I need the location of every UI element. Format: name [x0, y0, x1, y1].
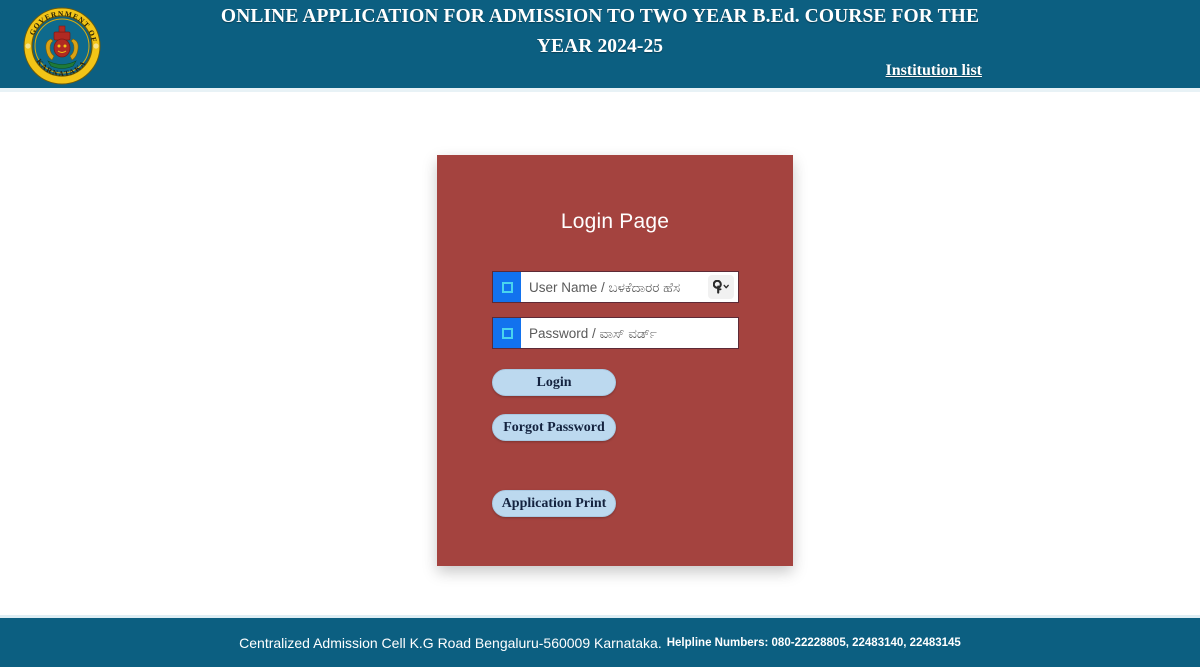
institution-list-link[interactable]: Institution list: [886, 62, 982, 80]
username-input[interactable]: [521, 272, 708, 302]
login-page-heading: Login Page: [560, 210, 670, 233]
page-footer: Centralized Admission Cell K.G Road Beng…: [0, 615, 1200, 667]
page-title-line2: YEAR 2024-25: [536, 36, 664, 57]
page-title: ONLINE APPLICATION FOR ADMISSION TO TWO …: [130, 2, 1070, 62]
application-print-button[interactable]: Application Print: [492, 490, 616, 517]
lock-box-icon: [493, 318, 521, 348]
page-title-line1: ONLINE APPLICATION FOR ADMISSION TO TWO …: [220, 6, 980, 27]
login-card: Login Page Login Forgot Password: [437, 155, 793, 566]
forgot-password-button[interactable]: Forgot Password: [492, 414, 616, 441]
page-header: GOVERNMENT OF KARNATAKA ONLINE APPLICATI…: [0, 0, 1200, 88]
key-icon[interactable]: [708, 275, 734, 299]
footer-helpline: Helpline Numbers: 080-22228805, 22483140…: [666, 636, 961, 649]
password-input[interactable]: [521, 318, 738, 348]
footer-address: Centralized Admission Cell K.G Road Beng…: [239, 634, 662, 651]
main-content: Login Page Login Forgot Password: [0, 92, 1200, 615]
login-button[interactable]: Login: [492, 369, 616, 396]
username-field-row: [492, 271, 739, 303]
karnataka-state-emblem: GOVERNMENT OF KARNATAKA: [18, 6, 106, 86]
password-field-row: [492, 317, 739, 349]
user-box-icon: [493, 272, 521, 302]
